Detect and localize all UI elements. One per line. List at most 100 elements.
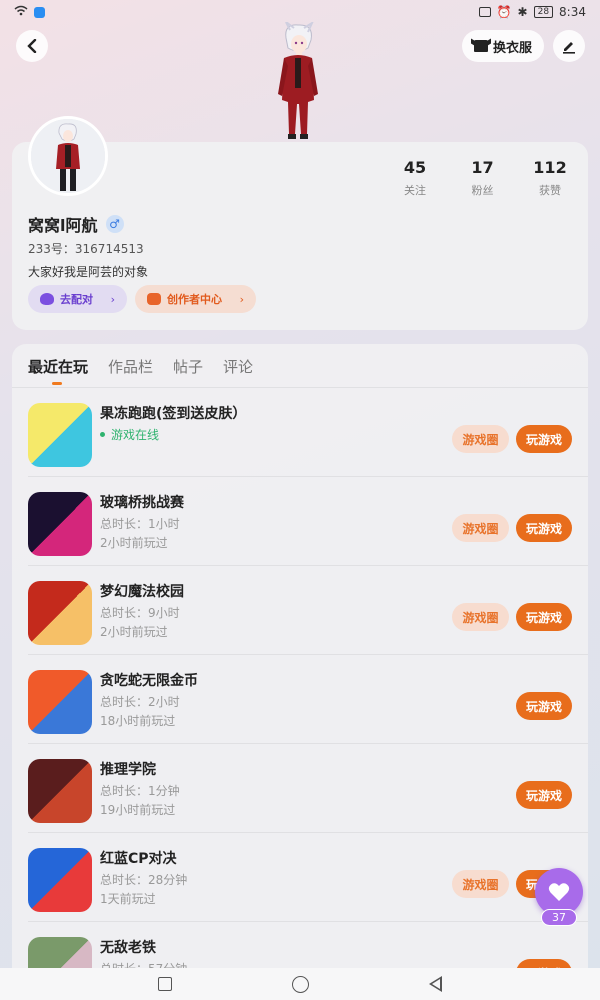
game-list-item[interactable]: 玻璃桥挑战赛 总时长：1小时 2小时前玩过 游戏圈 玩游戏 bbox=[12, 478, 588, 566]
bluetooth-icon: ✱ bbox=[517, 5, 528, 19]
game-last-played: 2小时前玩过 bbox=[100, 536, 168, 550]
avatar-character-figure bbox=[278, 22, 318, 139]
user-bio: 大家好我是阿芸的对象 bbox=[28, 265, 149, 279]
like-count: 37 bbox=[541, 909, 577, 926]
stat-label: 粉丝 bbox=[471, 184, 494, 197]
game-playtime: 总时长：9小时 bbox=[100, 606, 180, 620]
chevron-left-icon bbox=[27, 39, 37, 53]
creator-center-button[interactable]: 创作者中心 › bbox=[135, 285, 256, 313]
creator-center-label: 创作者中心 bbox=[167, 293, 222, 306]
divider bbox=[28, 832, 588, 833]
username-row: 窝窝l阿航 ♂ bbox=[28, 212, 124, 236]
play-game-button[interactable]: 玩游戏 bbox=[516, 425, 572, 453]
divider bbox=[28, 654, 588, 655]
battery-icon: 28 bbox=[533, 6, 554, 18]
divider bbox=[28, 743, 588, 744]
game-name: 果冻跑跑(签到送皮肤） bbox=[100, 406, 247, 422]
home-icon[interactable] bbox=[292, 975, 309, 993]
game-playtime: 游戏在线 bbox=[100, 426, 159, 443]
game-list-item[interactable]: 红蓝CP对决总时长：28分钟1天前玩过游戏圈玩游戏 bbox=[12, 834, 588, 922]
stat-following[interactable]: 45 关注 bbox=[385, 158, 445, 198]
play-game-button[interactable]: 玩游戏 bbox=[516, 603, 572, 631]
game-icon[interactable] bbox=[28, 670, 92, 734]
shirt-icon bbox=[473, 40, 488, 52]
male-gender-icon: ♂ bbox=[105, 215, 124, 233]
stat-likes[interactable]: 112 获赞 bbox=[520, 158, 580, 198]
game-name: 推理学院 bbox=[100, 762, 156, 778]
play-game-button[interactable]: 玩游戏 bbox=[516, 692, 572, 720]
edit-profile-button[interactable] bbox=[553, 30, 585, 62]
divider bbox=[28, 565, 588, 566]
game-circle-button[interactable]: 游戏圈 bbox=[452, 870, 509, 898]
game-playtime: 总时长：1小时 bbox=[100, 517, 180, 531]
divider bbox=[28, 921, 588, 922]
app-notification-icon bbox=[34, 6, 45, 18]
tab-posts[interactable]: 帖子 bbox=[173, 356, 203, 377]
pencil-icon bbox=[563, 42, 575, 54]
game-list-item[interactable]: 果冻跑跑(签到送皮肤） 游戏在线 游戏圈 玩游戏 bbox=[12, 389, 588, 477]
game-icon[interactable] bbox=[28, 492, 92, 556]
play-game-button[interactable]: 玩游戏 bbox=[516, 514, 572, 542]
gamepad-icon bbox=[147, 293, 161, 305]
cast-icon bbox=[478, 7, 491, 17]
stat-value: 112 bbox=[533, 158, 567, 177]
game-name: 梦幻魔法校园 bbox=[100, 584, 184, 600]
clock: 8:34 bbox=[559, 5, 586, 19]
game-list-item[interactable]: 贪吃蛇无限金币 总时长：2小时 18小时前玩过 玩游戏 bbox=[12, 656, 588, 744]
game-list-item[interactable]: 推理学院总时长：1分钟 19小时前玩过 玩游戏 bbox=[12, 745, 588, 833]
game-name: 无敌老铁 bbox=[100, 940, 156, 956]
recent-games-card: 最近在玩 作品栏 帖子 评论 果冻跑跑(签到送皮肤） 游戏在线 游戏圈 玩游戏 玻璃桥挑… bbox=[12, 344, 588, 984]
divider bbox=[12, 387, 588, 388]
heart-icon bbox=[40, 293, 54, 305]
system-nav-bar bbox=[0, 968, 600, 1000]
game-last-played: 2小时前玩过 bbox=[100, 625, 168, 639]
pair-button[interactable]: 去配对 › bbox=[28, 285, 127, 313]
game-last-played: 19小时前玩过 bbox=[100, 803, 176, 817]
tab-works[interactable]: 作品栏 bbox=[108, 356, 153, 377]
game-playtime: 总时长：28分钟 bbox=[100, 873, 188, 887]
game-playtime: 总时长：2小时 bbox=[100, 695, 180, 709]
alarm-icon: ⏰ bbox=[496, 5, 512, 19]
divider bbox=[28, 476, 588, 477]
game-playtime: 总时长：1分钟 bbox=[100, 784, 180, 798]
play-game-button[interactable]: 玩游戏 bbox=[516, 781, 572, 809]
battery-level: 28 bbox=[537, 7, 550, 17]
heart-icon bbox=[548, 883, 570, 901]
recent-apps-icon[interactable] bbox=[158, 977, 172, 991]
stat-label: 获赞 bbox=[539, 184, 561, 197]
profile-tabs: 最近在玩 作品栏 帖子 评论 bbox=[28, 356, 253, 385]
back-triangle-icon[interactable] bbox=[429, 976, 442, 992]
game-icon[interactable] bbox=[28, 848, 92, 912]
game-icon[interactable] bbox=[28, 581, 92, 645]
back-button[interactable] bbox=[16, 30, 48, 62]
pair-button-label: 去配对 bbox=[60, 293, 93, 306]
game-name: 贪吃蛇无限金币 bbox=[100, 673, 198, 689]
game-circle-button[interactable]: 游戏圈 bbox=[452, 514, 509, 542]
avatar[interactable] bbox=[28, 116, 108, 196]
change-outfit-button[interactable]: 换衣服 bbox=[462, 30, 544, 62]
game-circle-button[interactable]: 游戏圈 bbox=[452, 603, 509, 631]
game-last-played: 18小时前玩过 bbox=[100, 714, 176, 728]
change-outfit-label: 换衣服 bbox=[492, 40, 532, 56]
game-last-played: 1天前玩过 bbox=[100, 892, 156, 906]
stat-value: 17 bbox=[471, 158, 494, 177]
stat-followers[interactable]: 17 粉丝 bbox=[453, 158, 513, 198]
tab-recently-played[interactable]: 最近在玩 bbox=[28, 356, 88, 385]
game-icon[interactable] bbox=[28, 403, 92, 467]
avatar-image bbox=[31, 119, 105, 193]
username: 窝窝l阿航 bbox=[28, 216, 98, 235]
chevron-right-icon: › bbox=[239, 292, 244, 306]
stats-row: 45 关注 17 粉丝 112 获赞 bbox=[385, 158, 580, 198]
user-id: 233号：316714513 bbox=[28, 242, 144, 256]
game-icon[interactable] bbox=[28, 759, 92, 823]
status-bar: ⏰ ✱ 28 8:34 bbox=[0, 0, 600, 24]
chevron-right-icon: › bbox=[110, 292, 115, 306]
game-name: 玻璃桥挑战赛 bbox=[100, 495, 184, 511]
stat-label: 关注 bbox=[404, 184, 426, 197]
wifi-icon bbox=[14, 5, 28, 19]
tab-comments[interactable]: 评论 bbox=[223, 356, 253, 377]
game-list-item[interactable]: 梦幻魔法校园 总时长：9小时 2小时前玩过 游戏圈 玩游戏 bbox=[12, 567, 588, 655]
stat-value: 45 bbox=[403, 158, 427, 177]
game-circle-button[interactable]: 游戏圈 bbox=[452, 425, 509, 453]
game-name: 红蓝CP对决 bbox=[100, 851, 177, 867]
